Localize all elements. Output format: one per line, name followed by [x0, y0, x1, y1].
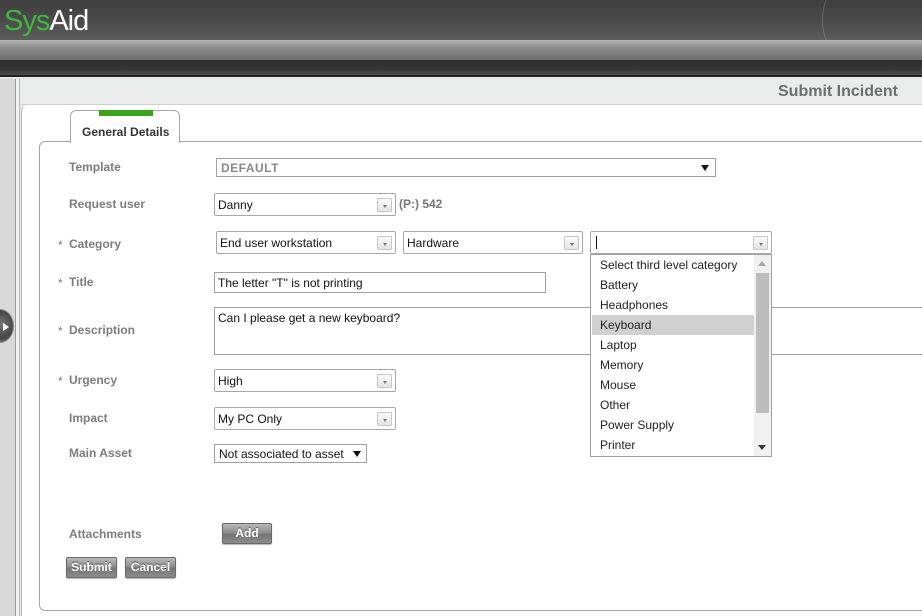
main-asset-value: Not associated to asset	[219, 447, 344, 461]
request-user-value: Danny	[218, 198, 253, 212]
title-label: Title	[69, 275, 94, 289]
app-header: SysAid	[0, 0, 922, 40]
category-level3-select[interactable]	[590, 231, 772, 254]
chevron-down-icon[interactable]	[377, 412, 392, 426]
urgency-value: High	[218, 374, 243, 388]
required-asterisk: *	[58, 324, 63, 338]
required-asterisk: *	[58, 374, 63, 388]
category-level2-select[interactable]: Hardware	[403, 231, 583, 254]
request-user-select[interactable]: Danny	[214, 193, 396, 216]
description-value: Can I please get a new keyboard?	[218, 311, 401, 325]
header-decoration	[822, 0, 922, 40]
main-asset-select[interactable]: Not associated to asset	[214, 444, 367, 463]
request-user-label: Request user	[69, 197, 146, 211]
sidebar-divider	[16, 79, 20, 616]
logo-text-aid: Aid	[49, 5, 89, 37]
impact-value: My PC Only	[218, 412, 283, 426]
incident-form	[39, 141, 922, 611]
cancel-button[interactable]: Cancel	[125, 557, 176, 578]
dropdown-option[interactable]: Battery	[592, 275, 754, 295]
expand-sidebar-arrow-icon[interactable]	[0, 309, 14, 343]
sub-nav-bar	[0, 60, 922, 77]
dropdown-scrollbar[interactable]	[754, 255, 771, 456]
title-value: The letter "T" is not printing	[218, 276, 363, 290]
scroll-up-arrow-icon[interactable]	[758, 261, 766, 266]
tab-join	[71, 140, 179, 143]
dropdown-arrow-icon	[701, 165, 709, 171]
urgency-label: Urgency	[69, 373, 118, 387]
dropdown-option[interactable]: Power Supply	[592, 415, 754, 435]
text-cursor	[596, 236, 597, 249]
title-input[interactable]: The letter "T" is not printing	[214, 272, 546, 293]
urgency-select[interactable]: High	[214, 369, 396, 392]
page-title: Submit Incident	[778, 83, 898, 100]
dropdown-option[interactable]: Headphones	[592, 295, 754, 315]
tab-label: General Details	[82, 125, 170, 139]
template-select[interactable]: DEFAULT	[216, 158, 716, 177]
required-asterisk: *	[58, 276, 63, 290]
page-header: Submit Incident	[21, 79, 922, 105]
scrollbar-thumb[interactable]	[756, 273, 769, 413]
category-level1-select[interactable]: End user workstation	[216, 231, 396, 254]
category-level1-value: End user workstation	[220, 236, 333, 250]
impact-select[interactable]: My PC Only	[214, 407, 396, 430]
category-level3-dropdown[interactable]: Select third level category Battery Head…	[590, 254, 772, 457]
dropdown-option[interactable]: Select third level category	[592, 255, 754, 275]
attachments-label: Attachments	[69, 527, 142, 541]
dropdown-arrow-icon	[353, 451, 361, 457]
chevron-down-icon[interactable]	[377, 198, 392, 212]
category-label: Category	[69, 237, 122, 251]
add-attachment-button[interactable]: Add	[222, 523, 272, 544]
chevron-down-icon[interactable]	[377, 374, 392, 388]
chevron-down-icon[interactable]	[753, 236, 768, 250]
dropdown-option[interactable]: Printer	[592, 435, 754, 455]
dropdown-option-highlighted[interactable]: Keyboard	[592, 315, 754, 335]
required-asterisk: *	[58, 238, 63, 252]
logo-text-sys: Sys	[4, 5, 50, 37]
template-label: Template	[69, 160, 121, 174]
template-value: DEFAULT	[221, 161, 279, 175]
description-textarea[interactable]: Can I please get a new keyboard?	[214, 307, 922, 355]
main-asset-label: Main Asset	[69, 446, 132, 460]
chevron-down-icon[interactable]	[377, 236, 392, 250]
dropdown-option[interactable]: Laptop	[592, 335, 754, 355]
scroll-down-arrow-icon[interactable]	[758, 445, 766, 450]
category-level2-value: Hardware	[407, 236, 460, 250]
impact-label: Impact	[69, 411, 108, 425]
submit-button[interactable]: Submit	[66, 557, 117, 578]
dropdown-option[interactable]: Other	[592, 395, 754, 415]
request-user-phone: (P:) 542	[399, 197, 443, 211]
chevron-down-icon[interactable]	[564, 236, 579, 250]
dropdown-option[interactable]: Mouse	[592, 375, 754, 395]
sysaid-logo[interactable]: SysAid	[4, 5, 89, 38]
dropdown-option[interactable]: Memory	[592, 355, 754, 375]
active-tab-indicator	[99, 110, 153, 116]
left-sidebar-collapsed	[0, 79, 16, 616]
nav-bar	[0, 40, 922, 60]
description-label: Description	[69, 323, 136, 337]
tab-general-details[interactable]: General Details	[70, 110, 180, 143]
